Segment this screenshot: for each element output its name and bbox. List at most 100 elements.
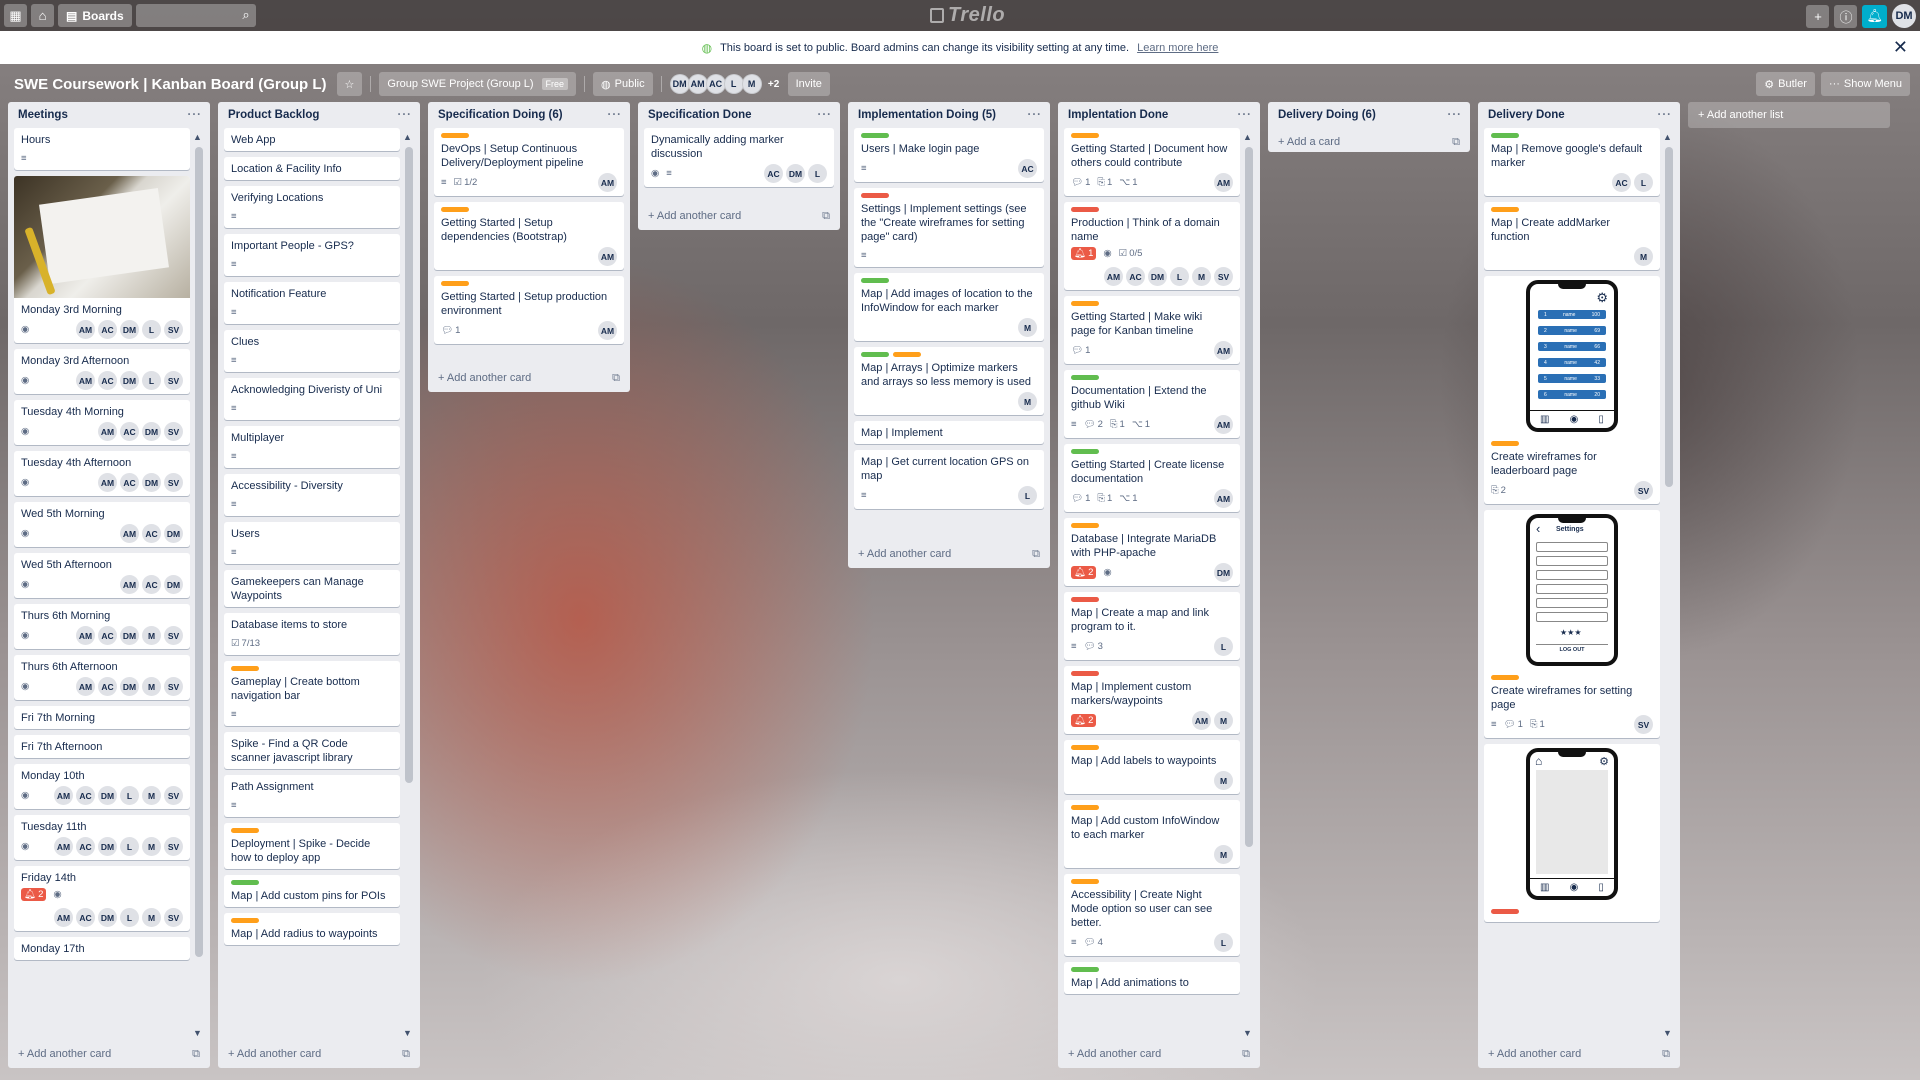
label-orange[interactable]	[231, 666, 259, 671]
card[interactable]: Location & Facility Info	[224, 157, 400, 180]
label-orange[interactable]	[1491, 675, 1519, 680]
member-avatar[interactable]: DM	[1148, 267, 1167, 286]
member-avatar[interactable]: M	[1634, 247, 1653, 266]
scroll-up-arrow-icon[interactable]: ▲	[403, 132, 412, 142]
member-avatar[interactable]: AM	[54, 786, 73, 805]
card[interactable]: Documentation | Extend the github Wiki ≡ 💬…	[1064, 370, 1240, 438]
member-avatar[interactable]: AM	[120, 575, 139, 594]
card[interactable]: Web App	[224, 128, 400, 151]
member-avatar[interactable]: AM	[120, 524, 139, 543]
scroll-thumb[interactable]	[195, 147, 203, 957]
member-avatar[interactable]: M	[1018, 392, 1037, 411]
label-red[interactable]	[1071, 597, 1099, 602]
member-avatar[interactable]: AC	[764, 164, 783, 183]
add-card-button[interactable]: + Add another card ⧉	[218, 1040, 420, 1068]
member-avatar[interactable]: AC	[142, 524, 161, 543]
list-menu-icon[interactable]: ···	[818, 109, 833, 121]
label-orange[interactable]	[1071, 133, 1099, 138]
member-avatar[interactable]: DM	[786, 164, 805, 183]
member-avatar[interactable]: M	[142, 786, 161, 805]
card[interactable]: DevOps | Setup Continuous Delivery/Deplo…	[434, 128, 624, 196]
card[interactable]: Thurs 6th Morning ◉ AM AC DM M SV	[14, 604, 190, 649]
member-avatar[interactable]: AM	[687, 74, 708, 94]
scroll-thumb[interactable]	[1665, 147, 1673, 487]
member-avatar[interactable]: AC	[1612, 173, 1631, 192]
member-avatar[interactable]: SV	[164, 371, 183, 390]
card[interactable]: Monday 3rd Afternoon ◉ AM AC DM L SV	[14, 349, 190, 394]
card[interactable]: Monday 3rd Morning ◉ AM AC DM L SV	[14, 176, 190, 343]
label-green[interactable]	[1071, 449, 1099, 454]
label-orange[interactable]	[1071, 879, 1099, 884]
scroll-down-arrow-icon[interactable]: ▼	[1243, 1028, 1252, 1038]
scroll-thumb[interactable]	[405, 147, 413, 783]
card[interactable]: Settings ‹ ★★★ LOG OUT Create wireframes for…	[1484, 510, 1660, 738]
card[interactable]: Getting Started | Setup dependencies (Bo…	[434, 202, 624, 270]
card-template-icon[interactable]: ⧉	[1242, 1048, 1250, 1061]
scroll-up-arrow-icon[interactable]: ▲	[193, 132, 202, 142]
add-card-button[interactable]: + Add another card ⧉	[428, 364, 630, 392]
user-avatar[interactable]: DM	[1892, 4, 1916, 28]
member-avatar[interactable]: AM	[1214, 489, 1233, 508]
notification-bell-icon[interactable]: 🔔︎	[1862, 4, 1887, 28]
card[interactable]: Accessibility | Create Night Mode option…	[1064, 874, 1240, 956]
card[interactable]: Map | Get current location GPS on map ≡ L	[854, 450, 1044, 509]
list-menu-icon[interactable]: ···	[1238, 109, 1253, 121]
member-avatar[interactable]: AM	[1104, 267, 1123, 286]
card[interactable]: Notification Feature ≡	[224, 282, 400, 324]
member-avatar[interactable]: AM	[1214, 173, 1233, 192]
card[interactable]: Map | Remove google's default marker AC L	[1484, 128, 1660, 196]
add-card-button[interactable]: + Add another card ⧉	[638, 202, 840, 230]
member-avatar[interactable]: M	[1192, 267, 1211, 286]
label-green[interactable]	[861, 278, 889, 283]
member-avatar[interactable]: AC	[76, 837, 95, 856]
member-avatar[interactable]: M	[142, 677, 161, 696]
card[interactable]: Getting Started | Make wiki page for Kan…	[1064, 296, 1240, 364]
list-title[interactable]: Implentation Done	[1068, 109, 1168, 121]
member-avatar[interactable]: DM	[120, 320, 139, 339]
boards-button[interactable]: ▤ Boards	[58, 4, 132, 27]
learn-more-link[interactable]: Learn more here	[1137, 42, 1218, 54]
card[interactable]: Gamekeepers can Manage Waypoints	[224, 570, 400, 607]
add-card-button[interactable]: + Add another card ⧉	[848, 540, 1050, 568]
card[interactable]: Getting Started | Create license documen…	[1064, 444, 1240, 512]
label-green[interactable]	[1491, 133, 1519, 138]
list-title[interactable]: Implementation Doing (5)	[858, 109, 996, 121]
card[interactable]: Acknowledging Diveristy of Uni ≡	[224, 378, 400, 420]
list-title[interactable]: Meetings	[18, 109, 68, 121]
card[interactable]: Tuesday 4th Morning ◉ AM AC DM SV	[14, 400, 190, 445]
card[interactable]: Important People - GPS? ≡	[224, 234, 400, 276]
label-red[interactable]	[1071, 671, 1099, 676]
member-avatar[interactable]: AM	[1214, 341, 1233, 360]
member-avatar[interactable]: M	[142, 837, 161, 856]
card[interactable]: Monday 10th ◉ AM AC DM L M SV	[14, 764, 190, 809]
member-avatar[interactable]: AC	[98, 371, 117, 390]
scroll-down-arrow-icon[interactable]: ▼	[403, 1028, 412, 1038]
card[interactable]: Wed 5th Afternoon ◉ AM AC DM	[14, 553, 190, 598]
member-avatar[interactable]: L	[120, 837, 139, 856]
member-avatar[interactable]: M	[1018, 318, 1037, 337]
label-green[interactable]	[1071, 375, 1099, 380]
member-avatar[interactable]: L	[142, 320, 161, 339]
label-orange[interactable]	[1491, 441, 1519, 446]
home-icon[interactable]: ⌂	[31, 4, 54, 27]
member-avatar[interactable]: SV	[1214, 267, 1233, 286]
label-green[interactable]	[1071, 967, 1099, 972]
member-avatar[interactable]: L	[120, 786, 139, 805]
member-avatar[interactable]: AC	[98, 677, 117, 696]
card-template-icon[interactable]: ⧉	[192, 1048, 200, 1061]
member-avatar[interactable]: M	[1214, 771, 1233, 790]
card-template-icon[interactable]: ⧉	[1662, 1048, 1670, 1061]
card[interactable]: Friday 14th 🔔︎ 2 ◉ AM AC DM L M SV	[14, 866, 190, 931]
member-avatar[interactable]: DM	[142, 473, 161, 492]
member-avatar[interactable]: AM	[76, 320, 95, 339]
label-orange[interactable]	[1491, 207, 1519, 212]
label-orange[interactable]	[441, 281, 469, 286]
label-orange[interactable]	[231, 918, 259, 923]
member-avatar[interactable]: AM	[76, 626, 95, 645]
card[interactable]: Map | Add labels to waypoints M	[1064, 740, 1240, 794]
member-avatar[interactable]: L	[723, 74, 744, 94]
member-avatar[interactable]: AC	[76, 786, 95, 805]
member-avatar[interactable]: AC	[1018, 159, 1037, 178]
label-green[interactable]	[861, 133, 889, 138]
list-menu-icon[interactable]: ···	[188, 109, 203, 121]
